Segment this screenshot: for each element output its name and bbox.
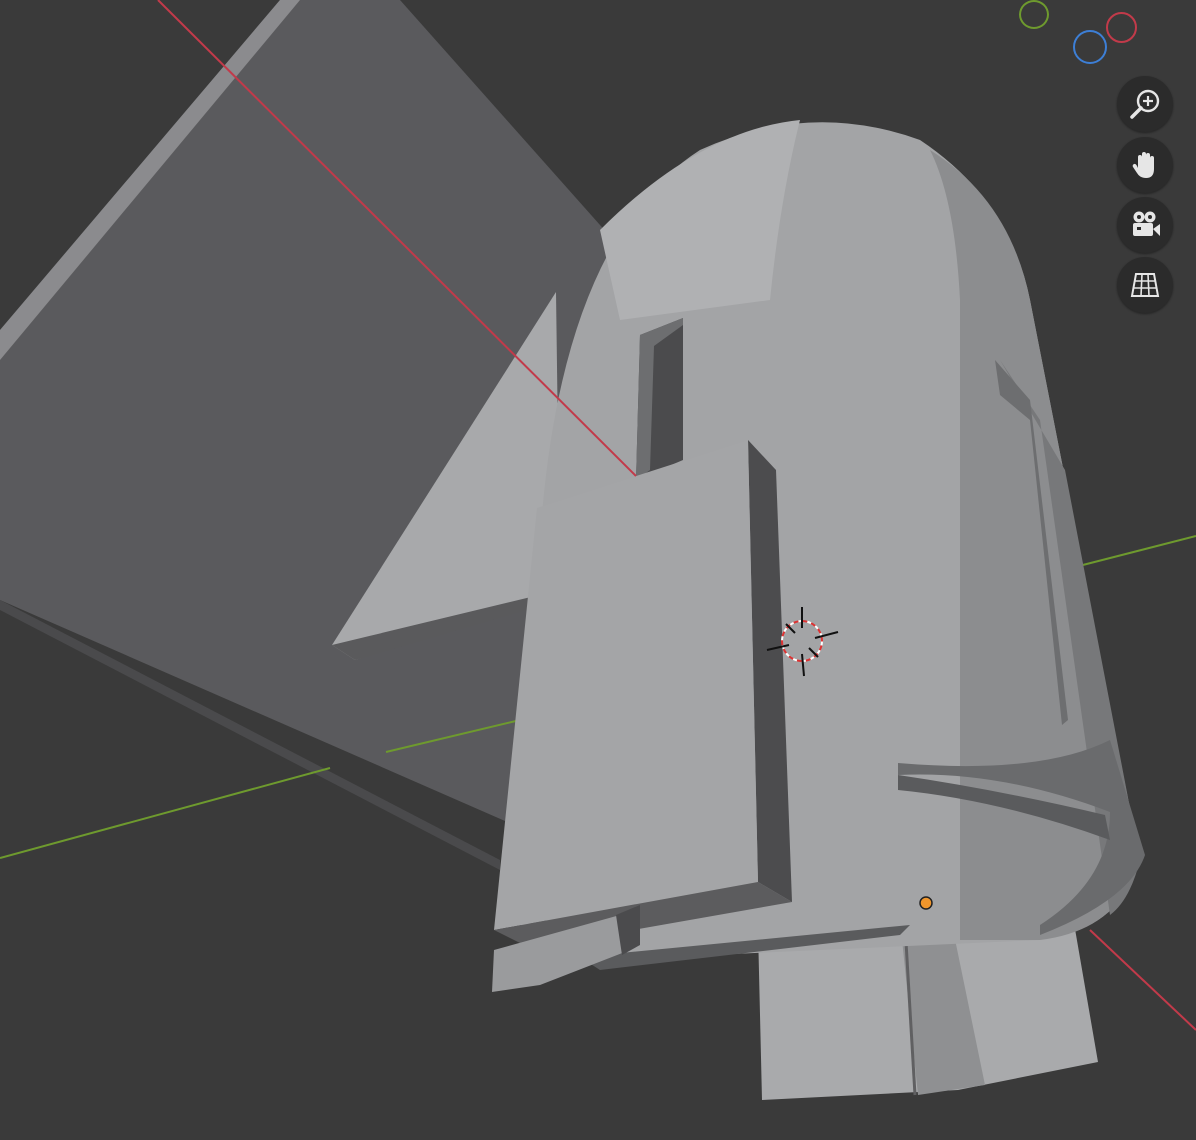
ortho-toggle-button[interactable] [1117, 257, 1173, 313]
ortho-grid-icon [1130, 273, 1160, 297]
z-axis-icon[interactable] [1073, 30, 1107, 64]
x-axis-icon[interactable] [1106, 12, 1137, 43]
y-axis-icon[interactable] [1019, 0, 1049, 29]
y-axis-line [0, 767, 331, 859]
pan-button[interactable] [1117, 137, 1173, 193]
pan-hand-icon [1132, 152, 1154, 178]
object-origin [919, 896, 933, 910]
camera-button[interactable] [1117, 197, 1173, 253]
camera-view-icon [1133, 211, 1160, 236]
zoom-button[interactable] [1117, 76, 1173, 132]
scene-canvas[interactable] [0, 0, 1196, 1140]
zoom-icon [1130, 89, 1160, 119]
x-axis-line-right [1089, 929, 1196, 1031]
3d-viewport[interactable] [0, 0, 1196, 1140]
